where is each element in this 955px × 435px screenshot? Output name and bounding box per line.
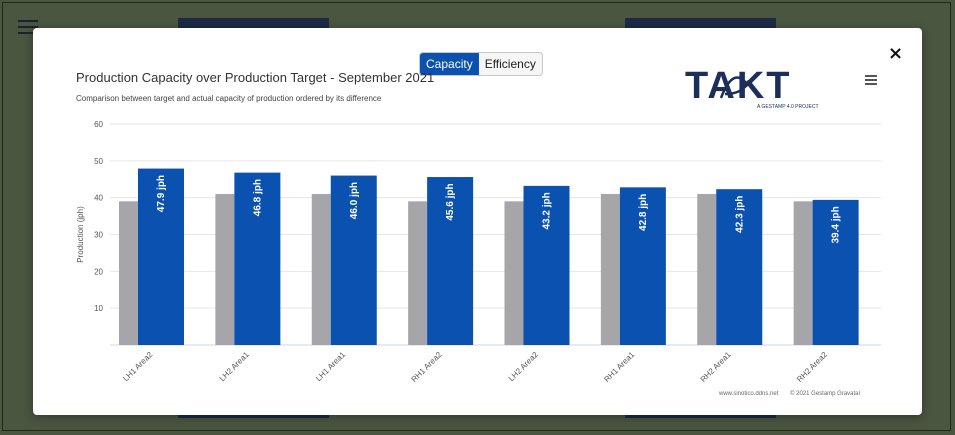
y-axis-label: Production (jph) bbox=[76, 206, 85, 263]
x-tick-label: LH2 Area2 bbox=[507, 350, 540, 383]
x-tick-label: RH2 Area2 bbox=[795, 350, 829, 384]
target-bar[interactable] bbox=[119, 201, 138, 345]
credits-company: Gestamp Gravataí bbox=[811, 391, 861, 397]
credits-copyright: © 2021 bbox=[790, 391, 810, 397]
bar-data-label: 46.8 jph bbox=[252, 179, 263, 216]
y-tick-label: 50 bbox=[94, 157, 103, 166]
x-tick-label: LH1 Area1 bbox=[314, 350, 347, 383]
chart-credits: www.sinotico.ddns.net © 2021 Gestamp Gra… bbox=[719, 391, 860, 397]
y-tick-label: 60 bbox=[94, 120, 103, 129]
target-bar[interactable] bbox=[408, 201, 428, 345]
y-tick-label: 40 bbox=[94, 194, 103, 203]
chart-modal: Capacity Efficiency × Production Capacit… bbox=[33, 28, 922, 415]
background-panel bbox=[625, 415, 776, 418]
y-tick-label: 30 bbox=[94, 231, 103, 240]
bar-data-label: 45.6 jph bbox=[445, 183, 456, 220]
target-bar[interactable] bbox=[215, 193, 235, 345]
x-tick-label: RH1 Area1 bbox=[602, 350, 636, 384]
credits-site[interactable]: www.sinotico.ddns.net bbox=[719, 391, 778, 397]
target-bar[interactable] bbox=[504, 201, 524, 345]
bar-data-label: 43.2 jph bbox=[542, 192, 553, 229]
target-bar[interactable] bbox=[697, 193, 717, 345]
x-tick-label: RH2 Area1 bbox=[699, 350, 733, 384]
target-bar[interactable] bbox=[793, 201, 813, 345]
x-tick-label: RH1 Area2 bbox=[409, 350, 443, 384]
x-tick-label: LH2 Area1 bbox=[218, 350, 251, 383]
background-panel bbox=[625, 18, 776, 28]
background-panel bbox=[178, 18, 329, 28]
target-bar[interactable] bbox=[311, 193, 331, 345]
bar-data-label: 39.4 jph bbox=[831, 206, 842, 243]
bar-data-label: 47.9 jph bbox=[156, 175, 167, 212]
target-bar[interactable] bbox=[600, 193, 620, 345]
x-tick-label: LH1 Area2 bbox=[121, 350, 154, 383]
bar-data-label: 42.8 jph bbox=[638, 194, 649, 231]
bar-data-label: 42.3 jph bbox=[734, 196, 745, 233]
bar-data-label: 46.0 jph bbox=[349, 182, 360, 219]
background-panel bbox=[178, 415, 329, 418]
y-tick-label: 20 bbox=[94, 267, 103, 276]
bar-chart: 10 20 30 40 50 60 Production (jph) 47.9 jph LH1 … bbox=[76, 120, 881, 384]
y-tick-label: 10 bbox=[94, 304, 103, 313]
